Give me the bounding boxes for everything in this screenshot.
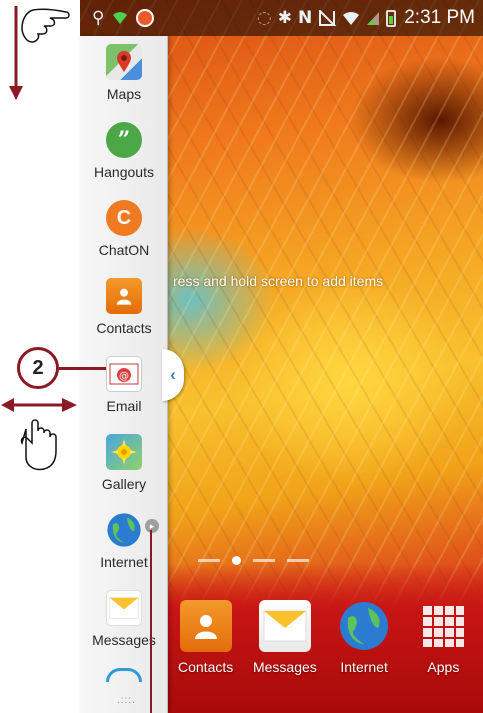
tray-item-maps[interactable]: Maps bbox=[80, 44, 168, 102]
internet-pointer-line bbox=[150, 530, 152, 713]
tray-resize-grip-icon[interactable]: .:::. bbox=[117, 695, 136, 706]
home-dock: Contacts Messages Internet Apps bbox=[166, 600, 483, 695]
signal-icon bbox=[367, 12, 380, 25]
tray-item-contacts[interactable]: Contacts bbox=[80, 278, 168, 336]
bluetooth-icon: ✱ bbox=[277, 8, 292, 28]
internet-icon bbox=[338, 600, 390, 652]
tray-item-label: Hangouts bbox=[94, 164, 154, 180]
dock-label: Apps bbox=[427, 659, 460, 675]
battery-icon bbox=[386, 9, 397, 27]
tray-item-label: Gallery bbox=[101, 476, 147, 492]
page-indicator-line bbox=[253, 559, 275, 562]
notification-icons: ⚲ bbox=[92, 8, 155, 28]
dock-item-apps[interactable]: Apps bbox=[404, 600, 483, 695]
dock-label: Contacts bbox=[178, 659, 234, 675]
tray-next-app-icon[interactable] bbox=[106, 668, 142, 682]
page-indicator-home-dot bbox=[232, 556, 241, 565]
svg-text:@: @ bbox=[119, 371, 129, 382]
page-indicator bbox=[198, 556, 309, 565]
dock-label: Messages bbox=[252, 659, 317, 675]
tray-item-label: Messages bbox=[92, 632, 156, 648]
messages-icon bbox=[106, 590, 142, 626]
chaton-notification-icon bbox=[136, 9, 155, 27]
tray-item-label: Maps bbox=[106, 86, 142, 102]
apps-grid-icon bbox=[417, 600, 469, 652]
chaton-icon: C bbox=[106, 200, 142, 236]
dock-label: Internet bbox=[340, 659, 388, 675]
swipe-down-hand-icon bbox=[9, 6, 70, 100]
contacts-icon bbox=[179, 600, 232, 652]
mute-icon bbox=[319, 10, 337, 26]
tray-item-label: Email bbox=[106, 398, 142, 414]
dock-item-contacts[interactable]: Contacts bbox=[166, 600, 245, 695]
maps-icon bbox=[106, 44, 142, 80]
tray-item-label: Contacts bbox=[96, 320, 152, 336]
step-callout-badge: 2 bbox=[17, 347, 59, 389]
app-more-arrow-icon[interactable]: ▸ bbox=[145, 519, 159, 533]
callout-leader-line bbox=[59, 367, 106, 370]
multi-window-tray[interactable]: Maps ” Hangouts C ChatON Contacts @ Emai… bbox=[80, 36, 168, 713]
dock-item-messages[interactable]: Messages bbox=[245, 600, 324, 695]
email-icon: @ bbox=[106, 356, 142, 392]
page-indicator-line bbox=[198, 559, 220, 562]
gallery-icon bbox=[106, 434, 142, 470]
status-time: 2:31 PM bbox=[404, 7, 475, 28]
tray-item-hangouts[interactable]: ” Hangouts bbox=[80, 122, 168, 180]
drag-horizontal-hand-icon bbox=[1, 398, 77, 471]
tray-item-label: Internet bbox=[100, 554, 148, 570]
messages-icon bbox=[258, 600, 311, 652]
tray-item-gallery[interactable]: Gallery bbox=[80, 434, 168, 492]
usb-icon: ⚲ bbox=[92, 8, 105, 28]
tray-item-label: ChatON bbox=[98, 242, 150, 258]
tray-item-email[interactable]: @ Email bbox=[80, 356, 168, 414]
hangouts-icon: ” bbox=[106, 122, 142, 158]
page-indicator-line bbox=[287, 559, 309, 562]
tray-item-chaton[interactable]: C ChatON bbox=[80, 200, 168, 258]
internet-icon bbox=[106, 512, 142, 548]
status-bar[interactable]: ⚲ ◌ ✱ N 2:31 PM bbox=[80, 0, 483, 36]
nfc-icon: N bbox=[298, 8, 313, 28]
wifi-icon bbox=[343, 11, 360, 25]
tray-item-messages[interactable]: Messages bbox=[80, 590, 168, 648]
wifi-signal-icon bbox=[113, 12, 128, 24]
system-status-icons: ◌ ✱ N 2:31 PM bbox=[257, 0, 475, 36]
contacts-icon bbox=[106, 278, 142, 314]
chevron-left-icon: ‹ bbox=[170, 365, 176, 384]
dock-item-internet[interactable]: Internet bbox=[325, 600, 404, 695]
dim-icon: ◌ bbox=[256, 8, 272, 28]
